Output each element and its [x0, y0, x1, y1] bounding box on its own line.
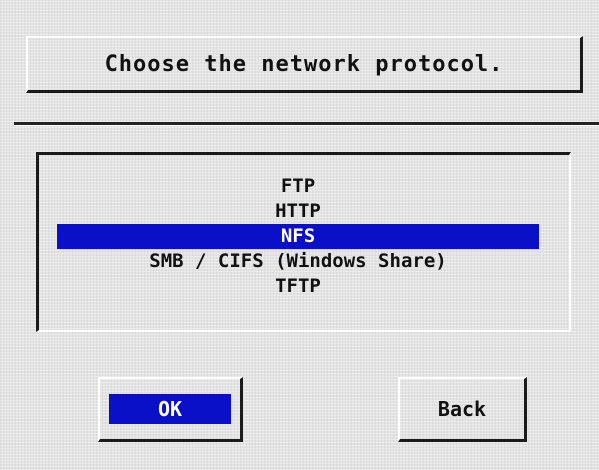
- dialog-title-box: Choose the network protocol.: [26, 36, 583, 93]
- protocol-item-http[interactable]: HTTP: [57, 199, 539, 224]
- ok-button[interactable]: OK: [98, 377, 243, 442]
- protocol-item-smb-cifs[interactable]: SMB / CIFS (Windows Share): [57, 249, 539, 274]
- protocol-item-nfs[interactable]: NFS: [57, 224, 539, 249]
- protocol-item-ftp[interactable]: FTP: [57, 174, 539, 199]
- back-button-label: Back: [437, 397, 487, 421]
- protocol-item-tftp[interactable]: TFTP: [57, 274, 539, 299]
- protocol-list: FTP HTTP NFS SMB / CIFS (Windows Share) …: [57, 174, 539, 299]
- protocol-dialog: Choose the network protocol. FTP HTTP NF…: [0, 0, 599, 470]
- ok-button-label: OK: [109, 394, 231, 424]
- protocol-listbox[interactable]: FTP HTTP NFS SMB / CIFS (Windows Share) …: [36, 152, 571, 332]
- back-button[interactable]: Back: [398, 377, 527, 442]
- divider-highlight: [14, 125, 599, 126]
- dialog-title: Choose the network protocol.: [104, 51, 504, 77]
